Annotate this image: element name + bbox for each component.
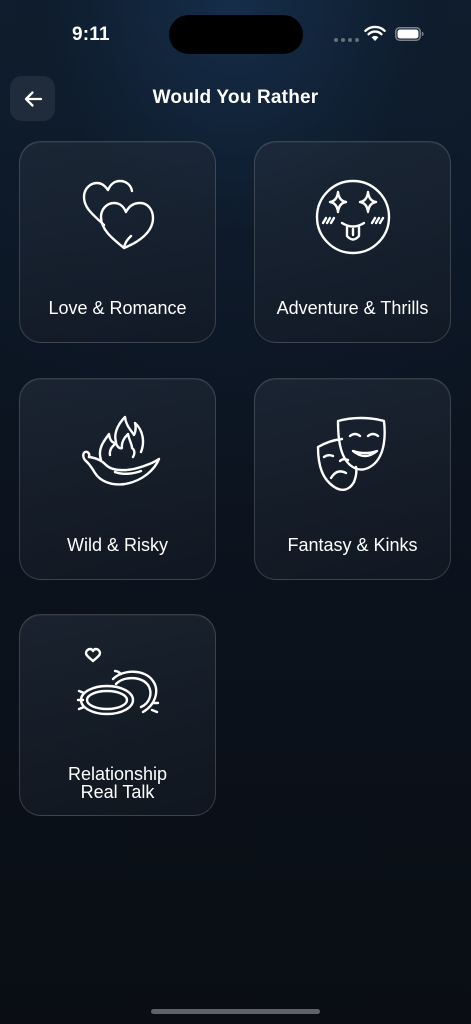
- category-card-love-romance[interactable]: Love & Romance: [19, 141, 216, 343]
- rings-heart-icon: [76, 647, 159, 716]
- category-label-line: Relationship: [67, 764, 168, 784]
- home-indicator[interactable]: [151, 1009, 320, 1014]
- cellular-signal-icon: [334, 38, 359, 42]
- category-label: Adventure & Thrills: [276, 298, 429, 318]
- category-card-wild-risky[interactable]: Wild & Risky: [19, 378, 216, 580]
- category-label: Wild & Risky: [66, 535, 168, 555]
- screen: 9:11 Would You Rather Love & Romance Adv…: [0, 0, 471, 1024]
- category-label: Relationship Real Talk: [20, 765, 215, 801]
- category-card-adventure-thrills[interactable]: Adventure & Thrills: [254, 141, 451, 343]
- category-label: Love & Romance: [48, 298, 187, 318]
- category-label-line: Real Talk: [80, 782, 155, 802]
- dynamic-island: [169, 15, 303, 54]
- status-time: 9:11: [72, 24, 110, 45]
- category-card-relationship-real-talk[interactable]: Relationship Real Talk: [19, 614, 216, 816]
- theater-masks-icon: [316, 416, 386, 491]
- page-title: Would You Rather: [152, 87, 319, 108]
- category-card-fantasy-kinks[interactable]: Fantasy & Kinks: [254, 378, 451, 580]
- starry-eyed-face-icon: [315, 179, 390, 255]
- battery-icon: [395, 27, 424, 41]
- flaming-pepper-icon: [81, 415, 160, 486]
- wifi-icon: [364, 25, 386, 41]
- category-label: Fantasy & Kinks: [287, 535, 418, 555]
- two-hearts-icon: [82, 179, 154, 250]
